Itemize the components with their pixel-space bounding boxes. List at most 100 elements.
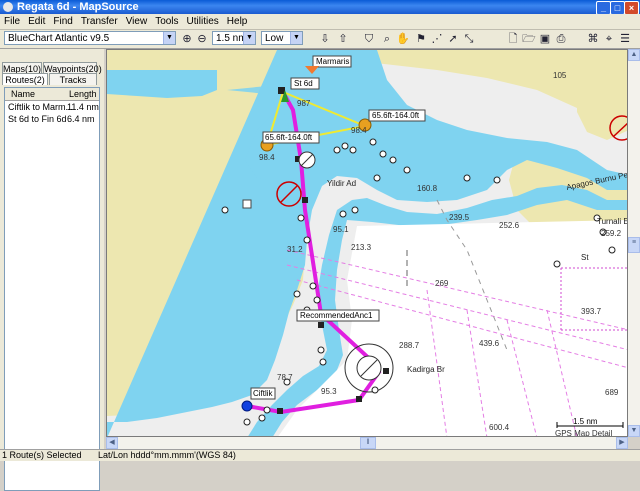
list-item[interactable]: Ciftlik to Marm... 11.4 nm bbox=[5, 102, 99, 113]
detail-select-value: Low bbox=[265, 33, 284, 44]
start-point-icon[interactable] bbox=[241, 400, 253, 412]
zoom-out-icon[interactable]: ⊖ bbox=[195, 32, 209, 46]
properties-icon[interactable]: ☰ bbox=[618, 32, 632, 46]
chevron-down-icon[interactable]: ▼ bbox=[290, 32, 302, 44]
tab-routes[interactable]: Routes(2) bbox=[2, 73, 48, 85]
chevron-down-icon[interactable]: ▼ bbox=[163, 32, 175, 44]
find-icon[interactable]: ⌘ bbox=[586, 32, 600, 46]
map-tool-icon[interactable]: ⛉ bbox=[362, 32, 376, 46]
marker-icon bbox=[242, 199, 252, 209]
chart-canvas[interactable]: 105 98.4 160.8 239.5 252.6 259.2 213.3 2… bbox=[107, 50, 628, 437]
status-bar: 1 Route(s) Selected Lat/Lon hddd°mm.mmm'… bbox=[0, 449, 640, 461]
save-file-icon[interactable]: ▣ bbox=[538, 32, 552, 46]
scroll-down-icon[interactable]: ▼ bbox=[628, 425, 640, 437]
send-to-device-icon[interactable]: ⇧ bbox=[336, 32, 350, 46]
horizontal-scrollbar[interactable]: ◀ ‖ ▶ bbox=[106, 437, 628, 449]
depth-label: 239.5 bbox=[449, 213, 470, 222]
zoom-select-value: 1.5 nm bbox=[216, 33, 247, 44]
waypoint-label[interactable]: Ciftlik bbox=[253, 389, 274, 398]
status-selection: 1 Route(s) Selected bbox=[2, 450, 82, 460]
scroll-right-icon[interactable]: ▶ bbox=[616, 437, 628, 449]
depth-label: 31.2 bbox=[287, 245, 303, 254]
north-shallow bbox=[107, 70, 217, 98]
find-nearest-icon[interactable]: ⌖ bbox=[602, 32, 616, 46]
waypoint-tool-icon[interactable]: ⚑ bbox=[414, 32, 428, 46]
print-icon[interactable]: ⎙ bbox=[554, 32, 568, 46]
waypoint-label[interactable]: RecommendedAnc1 bbox=[300, 311, 373, 320]
waypoint-label[interactable]: St 6d bbox=[294, 79, 313, 88]
status-coordinates: Lat/Lon hddd°mm.mmm'(WGS 84) bbox=[98, 450, 236, 460]
depth-label: 259.2 bbox=[601, 229, 622, 238]
depth-label: 95.3 bbox=[321, 387, 337, 396]
data-panel: Maps(10) Waypoints(20) Routes(2) Tracks … bbox=[0, 49, 104, 491]
zoom-in-icon[interactable]: ⊕ bbox=[180, 32, 194, 46]
zoom-select[interactable]: 1.5 nm ▼ bbox=[212, 31, 256, 45]
scroll-up-icon[interactable]: ▲ bbox=[628, 49, 640, 61]
place-label: St bbox=[581, 253, 589, 262]
waypoint-label[interactable]: Marmaris bbox=[316, 57, 349, 66]
menu-help[interactable]: Help bbox=[223, 14, 252, 29]
waypoint-label[interactable]: 65.6ft-164.0ft bbox=[265, 133, 313, 142]
route-tool-icon[interactable]: ⋰ bbox=[430, 32, 444, 46]
menu-bar: File Edit Find Transfer View Tools Utilities He… bbox=[0, 14, 640, 30]
window-title: Regata 6d - MapSource bbox=[17, 1, 139, 13]
measure-tool-icon[interactable]: ⤡ bbox=[462, 32, 476, 46]
place-label: Kadirga Br bbox=[407, 365, 445, 374]
receive-from-device-icon[interactable]: ⇩ bbox=[318, 32, 332, 46]
route-length: 11.4 nm bbox=[67, 102, 99, 112]
place-label: Yildir Ad bbox=[327, 179, 356, 188]
depth-label: 600.4 bbox=[489, 423, 510, 432]
depth-label: 213.3 bbox=[351, 243, 372, 252]
hand-tool-icon[interactable]: ✋ bbox=[396, 32, 410, 46]
product-select-value: BlueChart Atlantic v9.5 bbox=[8, 33, 110, 44]
vertical-scrollbar[interactable]: ▲ ≡ ▼ bbox=[628, 49, 640, 437]
open-file-icon[interactable]: 🗁 bbox=[522, 32, 536, 46]
menu-find[interactable]: Find bbox=[49, 14, 76, 29]
menu-tools[interactable]: Tools bbox=[151, 14, 182, 29]
depth-label: 95.1 bbox=[333, 225, 349, 234]
tab-tracks[interactable]: Tracks bbox=[49, 73, 97, 85]
route-name: Ciftlik to Marm... bbox=[8, 102, 74, 112]
depth-label: 252.6 bbox=[499, 221, 520, 230]
menu-transfer[interactable]: Transfer bbox=[77, 14, 122, 29]
close-button[interactable]: × bbox=[624, 1, 639, 15]
toolbar: BlueChart Atlantic v9.5 ▼ ⊕ ⊖ 1.5 nm ▼ L… bbox=[0, 30, 640, 49]
menu-file[interactable]: File bbox=[0, 14, 24, 29]
depth-label: 987 bbox=[297, 99, 311, 108]
scroll-left-icon[interactable]: ◀ bbox=[106, 437, 118, 449]
column-length[interactable]: Length bbox=[69, 88, 97, 100]
list-item[interactable]: St 6d to Fin 6d 6.4 nm bbox=[5, 114, 99, 125]
depth-label: 98.4 bbox=[259, 153, 275, 162]
depth-label: 689 bbox=[605, 388, 619, 397]
scale-label: 1.5 nm bbox=[573, 417, 598, 426]
depth-label: 288.7 bbox=[399, 341, 420, 350]
map-view[interactable]: 105 98.4 160.8 239.5 252.6 259.2 213.3 2… bbox=[106, 49, 628, 437]
depth-label: 78.7 bbox=[277, 373, 293, 382]
product-select[interactable]: BlueChart Atlantic v9.5 ▼ bbox=[4, 31, 176, 45]
zoom-tool-icon[interactable]: ⌕ bbox=[380, 32, 394, 46]
depth-label: 160.8 bbox=[417, 184, 438, 193]
minimize-button[interactable]: _ bbox=[596, 1, 611, 15]
depth-label: 105 bbox=[553, 71, 567, 80]
menu-utilities[interactable]: Utilities bbox=[183, 14, 223, 29]
route-length: 6.4 nm bbox=[67, 114, 95, 124]
maximize-button[interactable]: □ bbox=[610, 1, 625, 15]
column-name[interactable]: Name bbox=[11, 88, 35, 100]
menu-edit[interactable]: Edit bbox=[24, 14, 49, 29]
depth-label: 269 bbox=[435, 279, 449, 288]
title-bar: Regata 6d - MapSource _ □ × bbox=[0, 0, 640, 15]
chevron-down-icon[interactable]: ▼ bbox=[243, 32, 255, 44]
scroll-thumb[interactable]: ≡ bbox=[628, 237, 640, 253]
waypoint-label[interactable]: 65.6ft-164.0ft bbox=[372, 111, 420, 120]
depth-label: 393.7 bbox=[581, 307, 602, 316]
menu-view[interactable]: View bbox=[122, 14, 152, 29]
map-detail-note: GPS Map Detail bbox=[555, 429, 613, 437]
new-file-icon[interactable]: 🗋 bbox=[506, 32, 520, 46]
app-icon bbox=[3, 2, 13, 12]
detail-select[interactable]: Low ▼ bbox=[261, 31, 303, 45]
selection-tool-icon[interactable]: ➚ bbox=[446, 32, 460, 46]
depth-label: 98.4 bbox=[351, 126, 367, 135]
routes-list[interactable]: Name Length Ciftlik to Marm... 11.4 nm S… bbox=[4, 87, 100, 491]
place-label: Turnali E bbox=[597, 217, 628, 226]
scroll-thumb[interactable]: ‖ bbox=[360, 437, 376, 449]
